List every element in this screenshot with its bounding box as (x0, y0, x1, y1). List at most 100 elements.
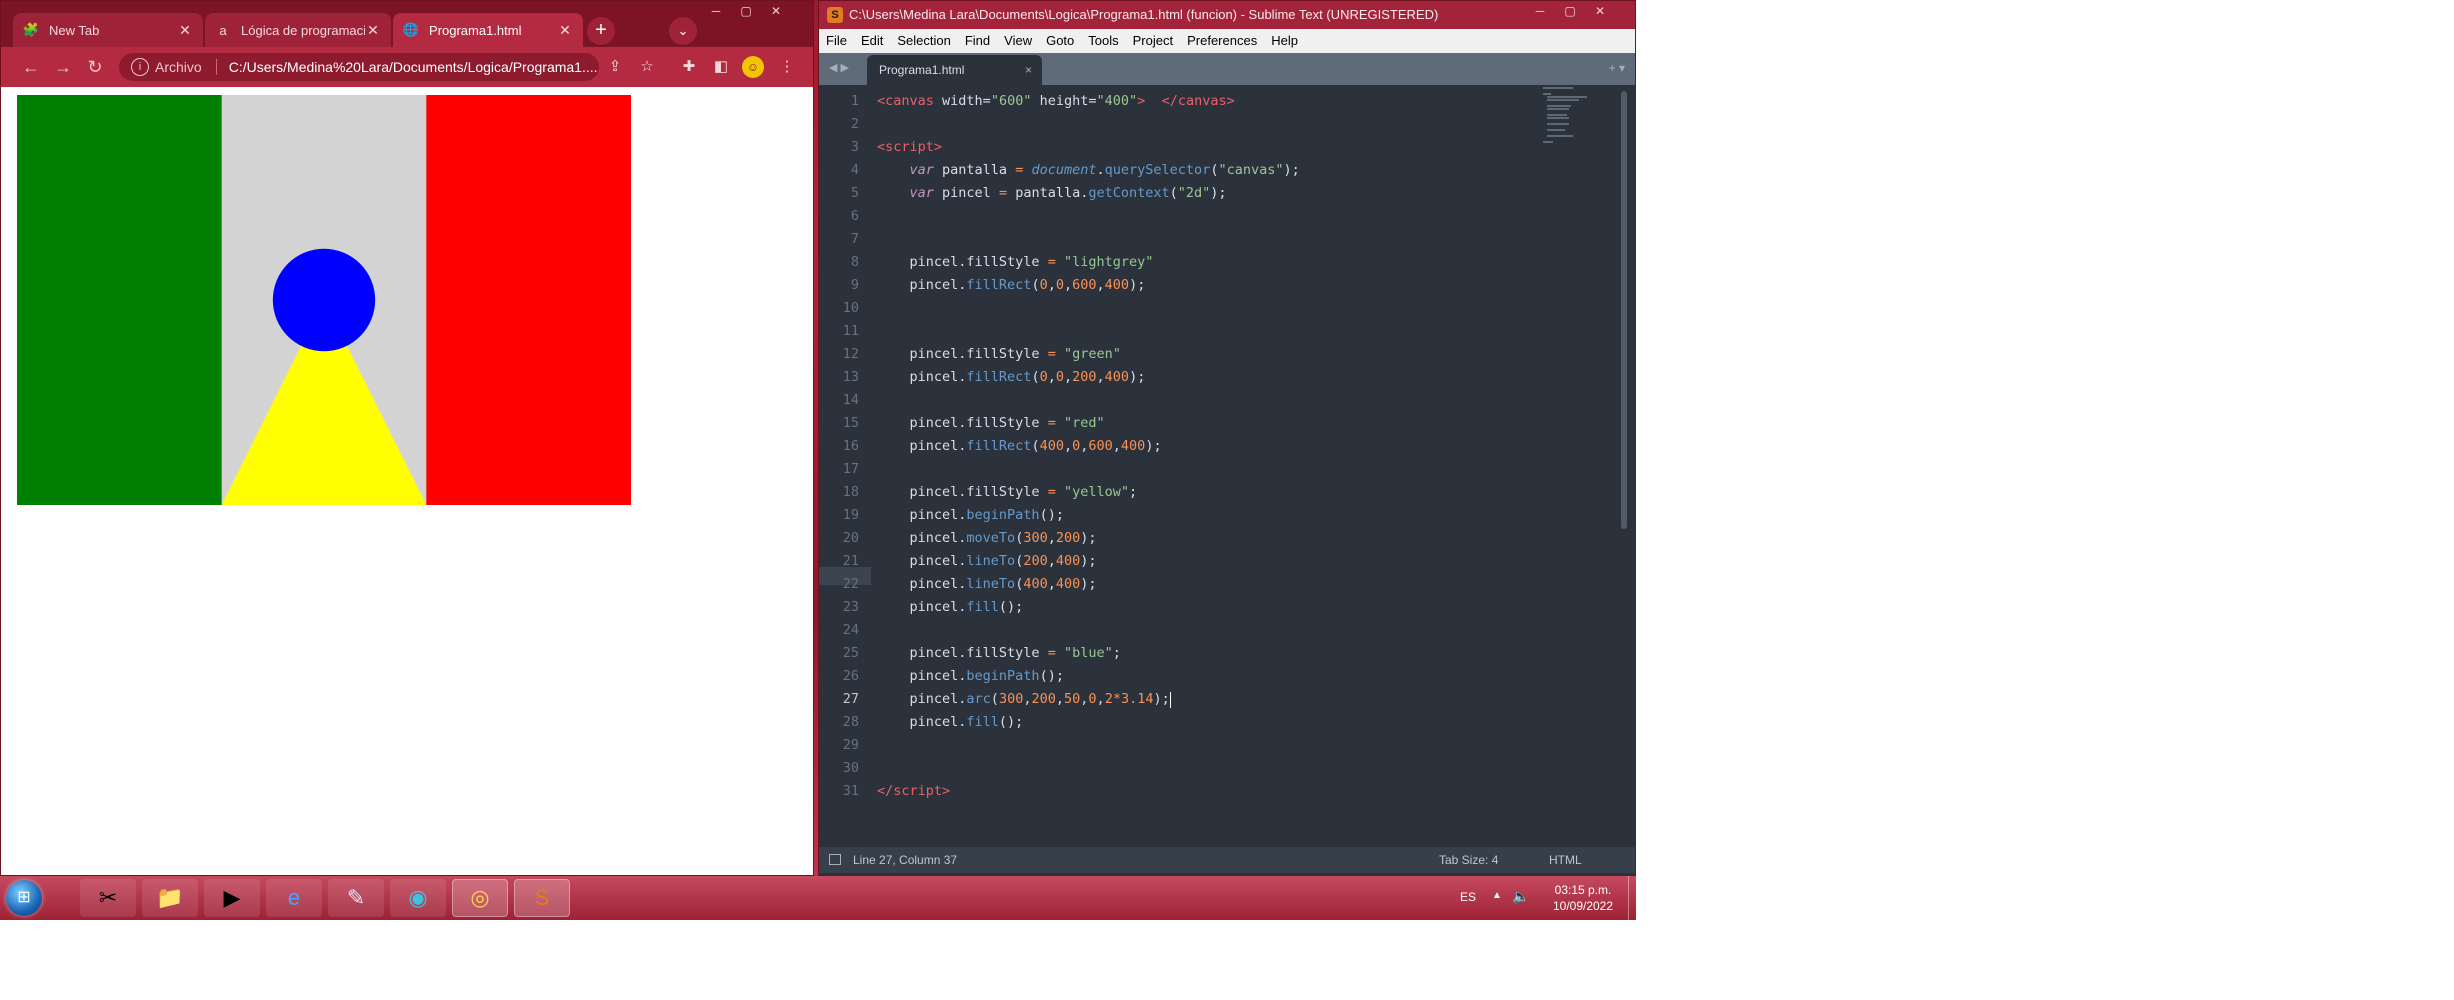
canvas-blue-circle (272, 248, 376, 352)
code-line: pincel.fillStyle = "yellow"; (877, 484, 1138, 500)
minimap-line (1543, 141, 1553, 143)
minimap-line (1547, 96, 1587, 98)
line-number: 5 (850, 185, 859, 201)
close-tab-icon[interactable]: ✕ (365, 22, 381, 39)
code-line: pincel.fillStyle = "lightgrey" (877, 254, 1154, 270)
internet-explorer-icon[interactable]: e (266, 879, 322, 917)
close-icon[interactable]: ✕ (1585, 3, 1615, 19)
code-line: pincel.lineTo(400,400); (877, 576, 1097, 592)
tab-search-button[interactable]: ⌄ (669, 17, 697, 45)
line-number: 8 (850, 254, 859, 270)
new-tab-button[interactable]: + (587, 17, 615, 45)
address-url[interactable]: C:/Users/Medina%20Lara/Documents/Logica/… (229, 59, 598, 75)
canvas-red-rect (426, 95, 631, 505)
sniping-tool-icon[interactable]: ✂ (80, 879, 136, 917)
tab-overflow-icon[interactable]: + ▾ (1609, 61, 1625, 75)
minimap-line (1547, 99, 1579, 101)
tab-nav-arrows-icon[interactable]: ◀ ▶ (829, 61, 849, 74)
menu-file[interactable]: File (819, 29, 854, 53)
close-tab-icon[interactable]: ✕ (557, 22, 573, 39)
line-number: 22 (842, 576, 859, 592)
code-line: <script> (877, 139, 943, 155)
side-panel-icon[interactable]: ◧ (711, 57, 731, 77)
close-tab-icon[interactable]: × (1025, 55, 1032, 85)
minimap-line (1547, 117, 1569, 119)
profile-avatar[interactable]: ☺ (742, 56, 764, 78)
back-icon[interactable]: ← (19, 55, 43, 79)
tab-new-tab[interactable]: 🧩 New Tab ✕ (13, 13, 203, 47)
media-player-icon[interactable]: ▶ (204, 879, 260, 917)
sublime-icon[interactable]: S (514, 879, 570, 917)
panel-toggle-icon[interactable] (829, 854, 841, 865)
maximize-icon[interactable]: ▢ (1555, 3, 1585, 19)
close-tab-icon[interactable]: ✕ (177, 22, 193, 39)
menu-view[interactable]: View (997, 29, 1039, 53)
text-caret (1169, 692, 1172, 708)
canvas-green-rect (17, 95, 222, 505)
start-button[interactable]: ⊞ (6, 880, 42, 916)
tab-title: Lógica de programación (241, 22, 365, 38)
chrome-icon[interactable]: ◎ (452, 879, 508, 917)
code-line: <canvas width="600" height="400"> </canv… (877, 93, 1235, 109)
clock[interactable]: 03:15 p.m. 10/09/2022 (1548, 882, 1618, 914)
line-number: 2 (850, 116, 859, 132)
windows-logo-icon: ⊞ (17, 889, 31, 906)
code-line: pincel.arc(300,200,50,0,2*3.14); (877, 691, 1172, 708)
more-menu-icon[interactable]: ⋮ (777, 57, 797, 77)
menu-edit[interactable]: Edit (854, 29, 890, 53)
line-number: 1 (850, 93, 859, 109)
file-explorer-icon[interactable]: 📁 (142, 879, 198, 917)
tab-size-indicator[interactable]: Tab Size: 4 (1439, 847, 1498, 873)
cursor-position: Line 27, Column 37 (853, 853, 958, 867)
feather-icon[interactable]: ✎ (328, 879, 384, 917)
editor-title: C:\Users\Medina Lara\Documents\Logica\Pr… (849, 7, 1439, 22)
menu-preferences[interactable]: Preferences (1180, 29, 1264, 53)
menu-project[interactable]: Project (1126, 29, 1180, 53)
code-line: </script> (877, 783, 951, 799)
code-line: pincel.fillRect(0,0,600,400); (877, 277, 1146, 293)
maximize-icon[interactable]: ▢ (731, 3, 761, 19)
tab-logica[interactable]: a Lógica de programación ✕ (205, 13, 391, 47)
volume-icon[interactable]: 🔈 (1512, 888, 1529, 905)
menu-selection[interactable]: Selection (890, 29, 957, 53)
editor-tab-programa1[interactable]: Programa1.html × (867, 55, 1042, 85)
menu-tools[interactable]: Tools (1081, 29, 1125, 53)
line-number: 14 (842, 392, 859, 408)
minimap-line (1543, 87, 1573, 89)
minimap-line (1547, 108, 1569, 110)
show-desktop-button[interactable] (1628, 876, 1636, 920)
share-icon[interactable]: ⇪ (605, 57, 625, 77)
forward-icon[interactable]: → (51, 55, 75, 79)
reload-icon[interactable]: ↻ (83, 55, 107, 79)
editor-menu-bar: File Edit Selection Find View Goto Tools… (819, 29, 1635, 53)
line-number: 21 (842, 553, 859, 569)
menu-find[interactable]: Find (958, 29, 997, 53)
code-line: pincel.lineTo(200,400); (877, 553, 1097, 569)
code-line: pincel.beginPath(); (877, 507, 1064, 523)
edge-icon[interactable]: ◉ (390, 879, 446, 917)
minimize-icon[interactable]: ─ (1525, 3, 1555, 19)
code-line: pincel.fillStyle = "blue"; (877, 645, 1121, 661)
tray-overflow-icon[interactable]: ▲ (1492, 890, 1502, 901)
code-editor[interactable]: 1 2 3 4 5 6 7 8 9 10 11 12 13 14 15 16 17 18 19 20 21 22 23 24 2… (819, 85, 1635, 847)
bookmark-star-icon[interactable]: ☆ (637, 57, 657, 77)
info-icon[interactable]: i (131, 58, 149, 76)
line-number: 23 (842, 599, 859, 615)
minimap[interactable] (1539, 85, 1619, 145)
extensions-icon[interactable]: ✚ (679, 57, 699, 77)
syntax-indicator[interactable]: HTML (1549, 847, 1582, 873)
line-number: 26 (842, 668, 859, 684)
minimap-line (1547, 123, 1569, 125)
code-line: var pincel = pantalla.getContext("2d"); (909, 185, 1227, 201)
menu-help[interactable]: Help (1264, 29, 1305, 53)
language-indicator[interactable]: ES (1460, 890, 1476, 904)
puzzle-icon: 🧩 (22, 22, 40, 37)
line-number: 9 (850, 277, 859, 293)
address-bar[interactable]: i Archivo C:/Users/Medina%20Lara/Documen… (119, 53, 599, 81)
close-icon[interactable]: ✕ (761, 3, 791, 19)
tab-programa1[interactable]: 🌐 Programa1.html ✕ (393, 13, 583, 47)
menu-goto[interactable]: Goto (1039, 29, 1081, 53)
minimap-line (1547, 129, 1565, 131)
minimize-icon[interactable]: ─ (701, 3, 731, 19)
editor-scrollbar[interactable] (1621, 91, 1627, 529)
